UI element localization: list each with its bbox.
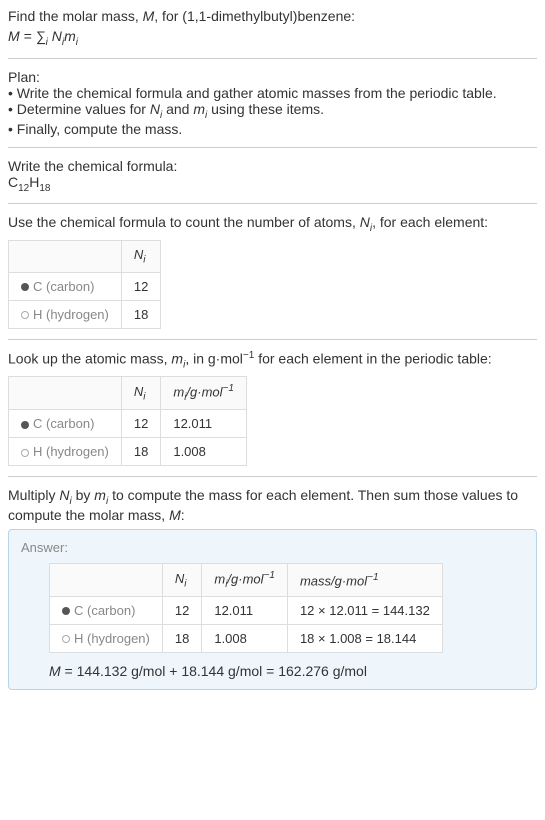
formula-m: m	[64, 28, 76, 44]
table-header-n: Ni	[162, 563, 201, 596]
plan-item-1: • Write the chemical formula and gather …	[8, 85, 537, 101]
hydrogen-dot-icon	[62, 635, 70, 643]
table-row: H (hydrogen) 18 1.008 18 × 1.008 = 18.14…	[50, 624, 443, 652]
n-value: 18	[121, 438, 160, 466]
count-atoms-intro: Use the chemical formula to count the nu…	[8, 214, 537, 234]
formula-n: N	[48, 28, 62, 44]
n-value: 18	[162, 624, 201, 652]
carbon-dot-icon	[62, 607, 70, 615]
m-value: 1.008	[202, 624, 288, 652]
carbon-dot-icon	[21, 421, 29, 429]
table-header-row: Ni	[9, 241, 161, 273]
element-cell: H (hydrogen)	[50, 624, 163, 652]
plan-item-2: • Determine values for Ni and mi using t…	[8, 101, 537, 121]
count-atoms-table: Ni C (carbon) 12 H (hydrogen) 18	[8, 240, 161, 329]
formula-m-sub: i	[76, 37, 78, 48]
chem-formula-title: Write the chemical formula:	[8, 158, 537, 174]
table-row: C (carbon) 12 12.011	[9, 410, 247, 438]
intro-formula: M = ∑i Nimi	[8, 28, 537, 48]
carbon-dot-icon	[21, 283, 29, 291]
table-row: C (carbon) 12 12.011 12 × 12.011 = 144.1…	[50, 596, 443, 624]
element-cell: C (carbon)	[9, 272, 122, 300]
element-cell: C (carbon)	[9, 410, 122, 438]
divider	[8, 147, 537, 148]
mass-value: 18 × 1.008 = 18.144	[287, 624, 442, 652]
element-cell: H (hydrogen)	[9, 438, 122, 466]
element-cell: H (hydrogen)	[9, 300, 122, 328]
m-value: 1.008	[161, 438, 247, 466]
atomic-mass-intro: Look up the atomic mass, mi, in g·mol−1 …	[8, 350, 537, 370]
table-header-m: mi/g·mol−1	[161, 377, 247, 410]
divider	[8, 339, 537, 340]
hydrogen-dot-icon	[21, 311, 29, 319]
count-atoms-section: Use the chemical formula to count the nu…	[8, 214, 537, 328]
n-value: 12	[121, 272, 160, 300]
intro-var-m: M	[143, 8, 155, 24]
divider	[8, 476, 537, 477]
m-value: 12.011	[202, 596, 288, 624]
answer-box: Answer: Ni mi/g·mol−1 mass/g·mol−1 C (ca…	[8, 529, 537, 690]
table-row: C (carbon) 12	[9, 272, 161, 300]
plan-title: Plan:	[8, 69, 537, 85]
intro-section: Find the molar mass, M, for (1,1-dimethy…	[8, 8, 537, 48]
table-header-n: Ni	[121, 377, 160, 410]
table-row: H (hydrogen) 18 1.008	[9, 438, 247, 466]
intro-line: Find the molar mass, M, for (1,1-dimethy…	[8, 8, 537, 24]
answer-table: Ni mi/g·mol−1 mass/g·mol−1 C (carbon) 12…	[49, 563, 443, 653]
table-header-empty	[50, 563, 163, 596]
table-header-empty	[9, 241, 122, 273]
table-row: H (hydrogen) 18	[9, 300, 161, 328]
table-header-n: Ni	[121, 241, 160, 273]
intro-text-pre: Find the molar mass,	[8, 8, 143, 24]
final-equation: M = 144.132 g/mol + 18.144 g/mol = 162.2…	[49, 663, 524, 679]
n-value: 12	[162, 596, 201, 624]
atomic-mass-table: Ni mi/g·mol−1 C (carbon) 12 12.011 H (hy…	[8, 376, 247, 466]
table-header-mass: mass/g·mol−1	[287, 563, 442, 596]
plan-item-3: • Finally, compute the mass.	[8, 121, 537, 137]
element-cell: C (carbon)	[50, 596, 163, 624]
chem-formula-value: C12H18	[8, 174, 537, 194]
divider	[8, 203, 537, 204]
n-value: 18	[121, 300, 160, 328]
formula-lhs: M =	[8, 28, 36, 44]
answer-label: Answer:	[21, 540, 524, 555]
formula-sum: ∑	[36, 28, 46, 44]
n-value: 12	[121, 410, 160, 438]
m-value: 12.011	[161, 410, 247, 438]
plan-section: Plan: • Write the chemical formula and g…	[8, 69, 537, 137]
table-header-m: mi/g·mol−1	[202, 563, 288, 596]
mass-value: 12 × 12.011 = 144.132	[287, 596, 442, 624]
table-header-empty	[9, 377, 122, 410]
multiply-section: Multiply Ni by mi to compute the mass fo…	[8, 487, 537, 690]
intro-text-post: , for (1,1-dimethylbutyl)benzene:	[154, 8, 355, 24]
hydrogen-dot-icon	[21, 449, 29, 457]
divider	[8, 58, 537, 59]
multiply-intro: Multiply Ni by mi to compute the mass fo…	[8, 487, 537, 523]
atomic-mass-section: Look up the atomic mass, mi, in g·mol−1 …	[8, 350, 537, 466]
table-header-row: Ni mi/g·mol−1 mass/g·mol−1	[50, 563, 443, 596]
table-header-row: Ni mi/g·mol−1	[9, 377, 247, 410]
chem-formula-section: Write the chemical formula: C12H18	[8, 158, 537, 194]
